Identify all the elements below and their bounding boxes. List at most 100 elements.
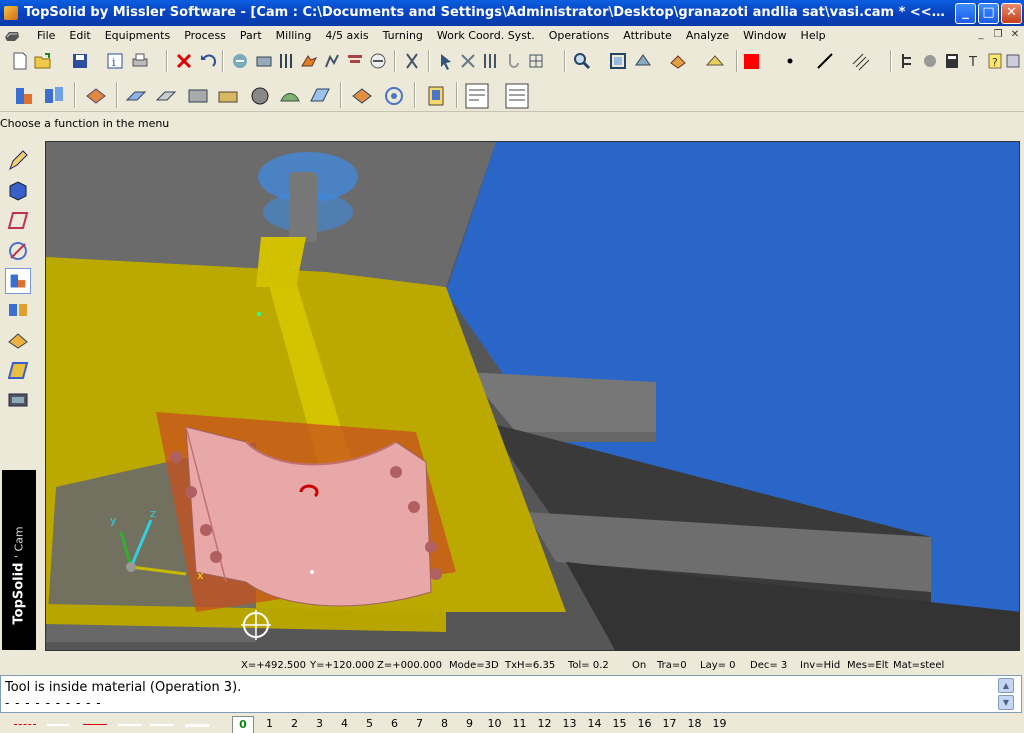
zoom-icon[interactable]: [572, 51, 592, 71]
layer-16[interactable]: 16: [632, 716, 657, 733]
layer-5[interactable]: 5: [357, 716, 382, 733]
drilling-icon[interactable]: [216, 84, 240, 108]
mdi-minimize-button[interactable]: _: [974, 29, 988, 42]
mode-status[interactable]: Mode=3D: [449, 660, 499, 671]
select-arrow-icon[interactable]: [436, 51, 456, 71]
machine-icon[interactable]: [5, 388, 31, 414]
layer-11[interactable]: 11: [507, 716, 532, 733]
layer-10[interactable]: 10: [482, 716, 507, 733]
menu-milling[interactable]: Milling: [269, 28, 319, 43]
layer-17[interactable]: 17: [657, 716, 682, 733]
layer-18[interactable]: 18: [682, 716, 707, 733]
tree-icon[interactable]: [898, 51, 918, 71]
layer-current[interactable]: 0: [232, 716, 254, 733]
cam-machining-icon[interactable]: [5, 268, 31, 294]
hidden-lines-icon[interactable]: [705, 51, 725, 71]
document-menu-icon[interactable]: [4, 29, 20, 42]
shape-cube-icon[interactable]: [5, 178, 31, 204]
zoom-window-icon[interactable]: [608, 51, 628, 71]
filter-icon[interactable]: [480, 51, 500, 71]
menu-analyze[interactable]: Analyze: [679, 28, 736, 43]
mdi-restore-button[interactable]: ❐: [991, 29, 1005, 42]
layer-2[interactable]: 2: [282, 716, 307, 733]
tra-status[interactable]: Tra=0: [657, 660, 687, 671]
machine-setup-icon[interactable]: [12, 84, 36, 108]
book-icon[interactable]: [942, 51, 962, 71]
extra-tool-icon[interactable]: [1003, 51, 1023, 71]
assembly-icon[interactable]: [920, 51, 940, 71]
render-mode-icon[interactable]: [668, 51, 688, 71]
line-style-white-2[interactable]: [150, 724, 174, 726]
menu-attribute[interactable]: Attribute: [616, 28, 679, 43]
dec-status[interactable]: Dec= 3: [750, 660, 787, 671]
documentation-icon[interactable]: [424, 84, 448, 108]
menu-work-coord-syst[interactable]: Work Coord. Syst.: [430, 28, 542, 43]
menu-process[interactable]: Process: [177, 28, 233, 43]
point-style-icon[interactable]: [780, 51, 800, 71]
layer-9[interactable]: 9: [457, 716, 482, 733]
graphics-viewport[interactable]: z y x: [45, 141, 1020, 651]
grid-select-icon[interactable]: [526, 51, 546, 71]
material-status[interactable]: Mat=steel: [893, 660, 944, 671]
open-file-icon[interactable]: [33, 51, 53, 71]
layer-12[interactable]: 12: [532, 716, 557, 733]
color-swatch[interactable]: [744, 54, 759, 69]
mdi-close-button[interactable]: ✕: [1008, 29, 1022, 42]
save-icon[interactable]: [70, 51, 90, 71]
undo-icon[interactable]: [198, 51, 218, 71]
stock-icon[interactable]: [5, 328, 31, 354]
tolerance-status[interactable]: Tol= 0.2: [568, 660, 609, 671]
maximize-button[interactable]: □: [978, 3, 999, 24]
line-style-white-thin[interactable]: [47, 724, 69, 726]
view-orientation-icon[interactable]: [633, 51, 653, 71]
layer-8[interactable]: 8: [432, 716, 457, 733]
line-style-white-thick[interactable]: [185, 724, 209, 727]
layer-15[interactable]: 15: [607, 716, 632, 733]
line-style-white[interactable]: [118, 724, 142, 726]
layer-3[interactable]: 3: [307, 716, 332, 733]
multi-tool-icon[interactable]: [5, 298, 31, 324]
operation-icon[interactable]: [350, 84, 374, 108]
line-style-red[interactable]: [83, 724, 107, 725]
properties-icon[interactable]: i: [105, 51, 125, 71]
menu-file[interactable]: File: [30, 28, 62, 43]
layer-14[interactable]: 14: [582, 716, 607, 733]
tool-settings-icon[interactable]: [276, 51, 296, 71]
fixture-icon[interactable]: [5, 358, 31, 384]
cut-icon[interactable]: [402, 51, 422, 71]
machining-icon[interactable]: [299, 51, 319, 71]
menu-turning[interactable]: Turning: [376, 28, 430, 43]
tool-library-icon[interactable]: [254, 51, 274, 71]
nc-program-icon[interactable]: [464, 82, 490, 110]
facing-icon[interactable]: [124, 84, 148, 108]
stock-definition-icon[interactable]: [84, 84, 108, 108]
txh-status[interactable]: TxH=6.35: [505, 660, 555, 671]
surface-icon[interactable]: [5, 208, 31, 234]
menu-help[interactable]: Help: [794, 28, 833, 43]
help-icon[interactable]: ?: [985, 51, 1005, 71]
target-icon[interactable]: [382, 84, 406, 108]
stock-icon[interactable]: [368, 51, 388, 71]
finishing-icon[interactable]: [308, 84, 332, 108]
layer-19[interactable]: 19: [707, 716, 732, 733]
print-icon[interactable]: [130, 51, 150, 71]
mes-status[interactable]: Mes=Elt: [847, 660, 888, 671]
menu-operations[interactable]: Operations: [542, 28, 616, 43]
menu-equipments[interactable]: Equipments: [98, 28, 177, 43]
menu-edit[interactable]: Edit: [62, 28, 97, 43]
surface-machining-icon[interactable]: [278, 84, 302, 108]
layer-status[interactable]: Lay= 0: [700, 660, 736, 671]
hatch-style-icon[interactable]: [850, 51, 870, 71]
scroll-down-button[interactable]: ▼: [998, 695, 1014, 710]
new-file-icon[interactable]: [10, 51, 30, 71]
sketch-pencil-icon[interactable]: [5, 148, 31, 174]
scene-3d[interactable]: z y x: [46, 142, 1020, 651]
on-status[interactable]: On: [632, 660, 646, 671]
sweeping-icon[interactable]: [248, 84, 272, 108]
inv-status[interactable]: Inv=Hid: [800, 660, 840, 671]
text-tool-icon[interactable]: T: [965, 51, 985, 71]
curve-icon[interactable]: [5, 238, 31, 264]
layer-1[interactable]: 1: [257, 716, 282, 733]
contour-icon[interactable]: [186, 84, 210, 108]
pocket-icon[interactable]: [154, 84, 178, 108]
